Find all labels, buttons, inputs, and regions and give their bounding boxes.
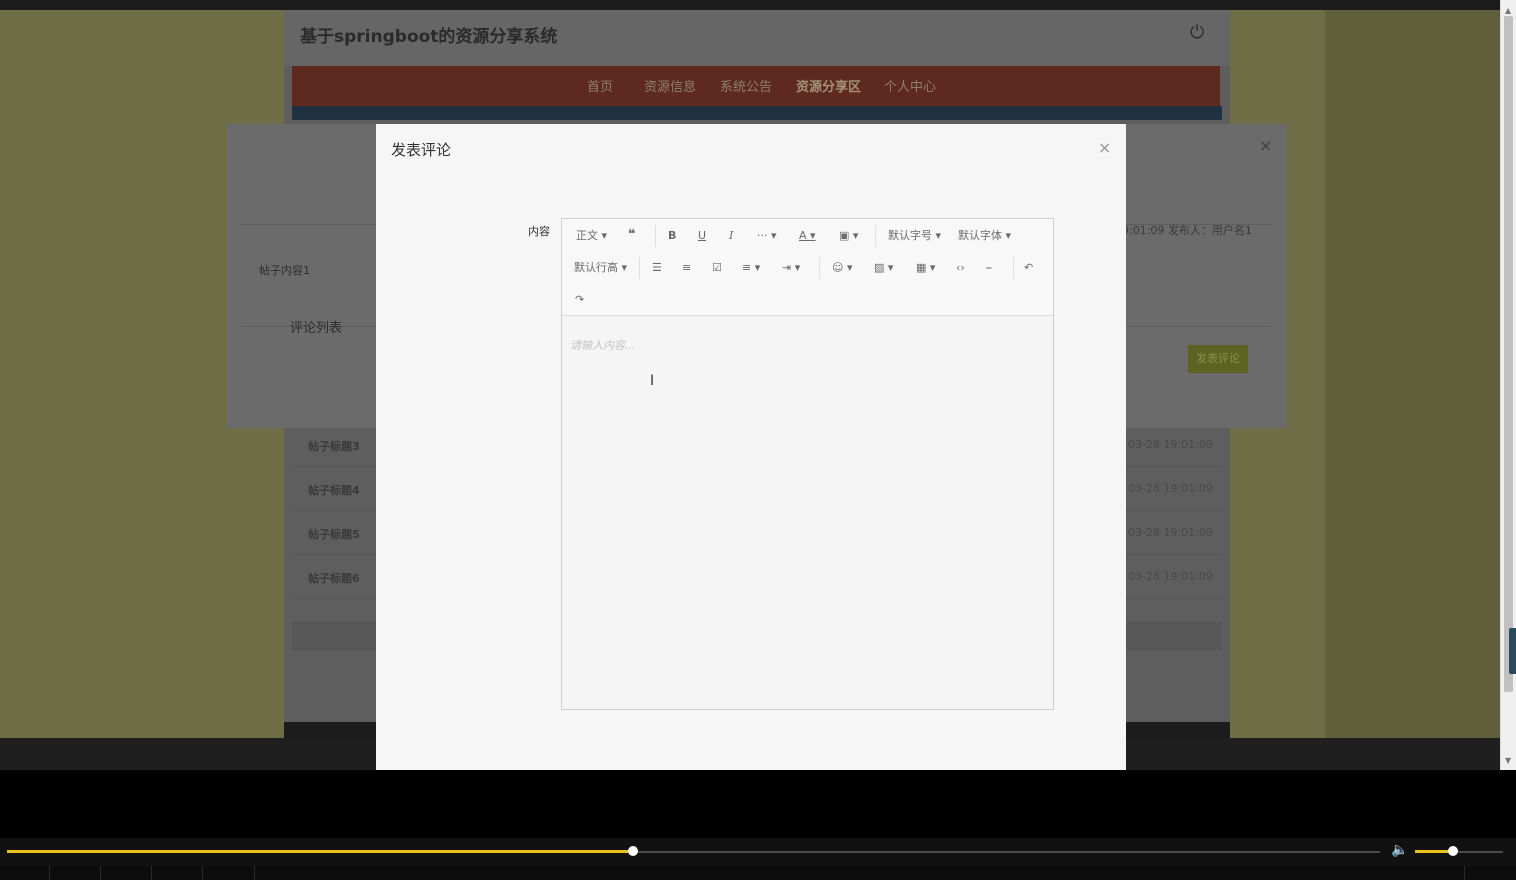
- control-slot[interactable]: [101, 866, 152, 880]
- emoji-icon[interactable]: ☺ ▾: [832, 261, 853, 275]
- code-icon[interactable]: ‹›: [956, 261, 965, 275]
- editor-placeholder[interactable]: 请输入内容...: [570, 337, 636, 353]
- scroll-up-icon[interactable]: ▲: [1505, 6, 1511, 15]
- toolbar-separator: [875, 225, 876, 247]
- toolbar-separator: [655, 225, 656, 247]
- post-meta: 9:01:09 发布人：用户名1: [1122, 224, 1252, 237]
- banner-strip: [292, 106, 1222, 120]
- todo-list-icon[interactable]: ☑: [712, 261, 722, 275]
- nav-item-profile[interactable]: 个人中心: [884, 76, 936, 95]
- align-icon[interactable]: ≡ ▾: [742, 261, 760, 275]
- undo-icon[interactable]: ↶: [1024, 261, 1033, 275]
- post-row-date: 03-28 19:01:09: [1128, 526, 1213, 539]
- bulleted-list-icon[interactable]: ☰: [652, 261, 662, 275]
- content-label: 内容: [528, 225, 550, 238]
- bold-icon[interactable]: B: [668, 229, 676, 243]
- toolbar-separator: [639, 257, 640, 279]
- control-slot[interactable]: [0, 866, 50, 880]
- progress-fill: [7, 850, 633, 853]
- power-icon[interactable]: ⏻: [1190, 24, 1208, 42]
- post-row-title[interactable]: 帖子标题5: [308, 526, 360, 542]
- post-row-date: 03-28 19:01:09: [1128, 438, 1213, 451]
- browser-viewport: 基于springboot的资源分享系统 ⏻ 首页 资源信息 系统公告 资源分享区…: [0, 0, 1500, 770]
- control-slot[interactable]: [203, 866, 255, 880]
- nav-item-announcements[interactable]: 系统公告: [720, 76, 772, 95]
- volume-handle[interactable]: [1448, 846, 1458, 856]
- video-player-bar: 🔈: [0, 838, 1516, 880]
- post-row-date: 03-28 19:01:09: [1128, 570, 1213, 583]
- post-row-title[interactable]: 帖子标题3: [308, 438, 360, 454]
- nav-item-share-area[interactable]: 资源分享区: [796, 76, 861, 95]
- modal-title: 发表评论: [391, 141, 452, 159]
- indent-icon[interactable]: ⇥ ▾: [782, 261, 800, 275]
- post-row-date: 03-28 19:01:09: [1128, 482, 1213, 495]
- font-family-select[interactable]: 默认字体 ▾: [958, 229, 1011, 243]
- control-slot[interactable]: [50, 866, 101, 880]
- divider-line-icon[interactable]: ⎯: [986, 261, 992, 275]
- image-icon[interactable]: ▨ ▾: [874, 261, 893, 275]
- redo-icon[interactable]: ↷: [575, 293, 584, 307]
- underline-icon[interactable]: U: [698, 229, 706, 243]
- control-slot[interactable]: [152, 866, 203, 880]
- comment-list-label: 评论列表: [290, 321, 343, 336]
- more-styles-icon[interactable]: ··· ▾: [757, 229, 777, 243]
- main-nav: 首页 资源信息 系统公告 资源分享区 个人中心: [292, 66, 1220, 106]
- rich-text-editor: 正文 ▾ ❝ B U I ··· ▾ A ▾ ▣ ▾ 默认字号 ▾ 默认字体 ▾…: [561, 218, 1054, 710]
- background-right-edge: [1325, 10, 1500, 738]
- quote-icon[interactable]: ❝: [628, 228, 636, 242]
- numbered-list-icon[interactable]: ≡: [682, 261, 691, 275]
- text-cursor-icon: I: [650, 373, 655, 389]
- vertical-scrollbar[interactable]: ▲ ▼: [1500, 0, 1516, 770]
- site-title: 基于springboot的资源分享系统: [300, 27, 558, 47]
- comment-modal: 发表评论 × 内容 正文 ▾ ❝ B U I ··· ▾ A ▾ ▣ ▾ 默认字…: [376, 124, 1126, 770]
- progress-handle[interactable]: [628, 846, 638, 856]
- font-color-icon[interactable]: A ▾: [799, 229, 816, 243]
- close-icon[interactable]: ×: [1098, 138, 1111, 157]
- player-controls-strip: [0, 866, 1516, 880]
- close-icon[interactable]: ×: [1259, 136, 1272, 155]
- font-size-select[interactable]: 默认字号 ▾: [888, 229, 941, 243]
- toolbar-separator: [819, 257, 820, 279]
- editor-toolbar: 正文 ▾ ❝ B U I ··· ▾ A ▾ ▣ ▾ 默认字号 ▾ 默认字体 ▾…: [562, 219, 1053, 316]
- background-color-icon[interactable]: ▣ ▾: [839, 229, 858, 243]
- post-content: 帖子内容1: [259, 264, 310, 277]
- post-comment-button[interactable]: 发表评论: [1188, 345, 1248, 373]
- page-header: 基于springboot的资源分享系统 ⏻: [284, 10, 1230, 66]
- control-slot[interactable]: [1464, 866, 1516, 880]
- scroll-down-icon[interactable]: ▼: [1505, 756, 1511, 765]
- post-row-title[interactable]: 帖子标题6: [308, 570, 360, 586]
- nav-item-home[interactable]: 首页: [587, 76, 613, 95]
- italic-icon[interactable]: I: [729, 229, 733, 243]
- scroll-marker: [1509, 628, 1516, 674]
- toolbar-separator: [1013, 257, 1014, 279]
- post-row-title[interactable]: 帖子标题4: [308, 482, 360, 498]
- paragraph-format-select[interactable]: 正文 ▾: [576, 229, 607, 243]
- nav-item-resources[interactable]: 资源信息: [644, 76, 696, 95]
- scroll-thumb[interactable]: [1504, 16, 1513, 692]
- table-icon[interactable]: ▦ ▾: [916, 261, 935, 275]
- volume-icon[interactable]: 🔈: [1391, 842, 1408, 858]
- line-height-select[interactable]: 默认行高 ▾: [574, 261, 627, 275]
